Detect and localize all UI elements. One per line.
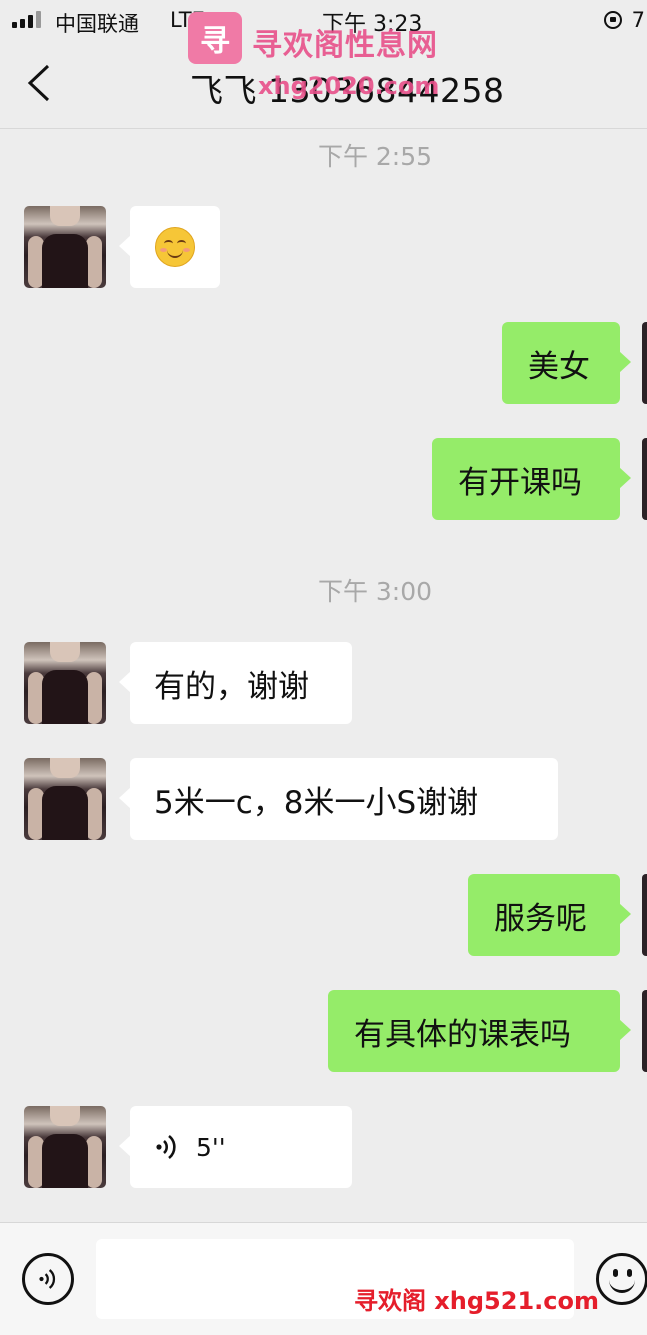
message-timestamp: 下午 2:55: [317, 142, 433, 171]
watermark-url: xhg2020.com: [258, 72, 440, 100]
carrier-name: 中国联通: [55, 12, 139, 36]
sent-message-bubble[interactable]: 有开课吗: [432, 438, 631, 520]
voice-mode-button[interactable]: [22, 1253, 74, 1305]
sent-message-bubble[interactable]: 美女: [502, 322, 631, 404]
received-message-bubble[interactable]: [119, 206, 220, 288]
contact-avatar[interactable]: [24, 642, 106, 724]
smiling-face-emoji-icon: [155, 227, 195, 267]
emoji-button[interactable]: [596, 1253, 647, 1305]
back-button[interactable]: [26, 64, 66, 108]
voice-wave-icon: [154, 1131, 180, 1163]
contact-avatar[interactable]: [24, 758, 106, 840]
message-text: 服务呢: [494, 900, 587, 937]
emoji-icon: [613, 1269, 618, 1277]
watermark-site-name: 寻欢阁性息网: [252, 28, 438, 63]
orientation-lock-icon: [603, 11, 622, 29]
contact-avatar[interactable]: [24, 206, 106, 288]
received-message-bubble[interactable]: 有的，谢谢: [119, 642, 352, 724]
voice-duration: 5'': [196, 1132, 226, 1162]
watermark-bottom-text: 寻欢阁 xhg521.com: [353, 1287, 599, 1315]
battery-percent: 7: [631, 8, 645, 32]
contact-avatar[interactable]: [24, 1106, 106, 1188]
sent-message-bubble[interactable]: 服务呢: [468, 874, 631, 956]
watermark-logo: 寻: [188, 12, 242, 64]
message-text: 美女: [528, 348, 590, 385]
battery-area: 7: [603, 8, 645, 32]
my-avatar[interactable]: [642, 874, 647, 956]
voice-message-bubble[interactable]: 5'': [119, 1106, 352, 1188]
voice-mode-icon: [39, 1269, 56, 1289]
sent-message-bubble[interactable]: 有具体的课表吗: [328, 990, 631, 1072]
message-input-bar: [0, 1222, 647, 1335]
my-avatar[interactable]: [642, 990, 647, 1072]
chevron-left-icon: [27, 64, 50, 102]
received-message-bubble[interactable]: 5米一c，8米一小S谢谢: [119, 758, 558, 840]
my-avatar[interactable]: [642, 438, 647, 520]
message-text: 有的，谢谢: [154, 668, 309, 705]
message-text: 有开课吗: [458, 464, 582, 501]
signal-strength-icon: [12, 11, 41, 28]
message-text: 5米一c，8米一小S谢谢: [154, 784, 479, 821]
message-timestamp: 下午 3:00: [317, 577, 433, 606]
message-text: 有具体的课表吗: [354, 1016, 571, 1053]
my-avatar[interactable]: [642, 322, 647, 404]
